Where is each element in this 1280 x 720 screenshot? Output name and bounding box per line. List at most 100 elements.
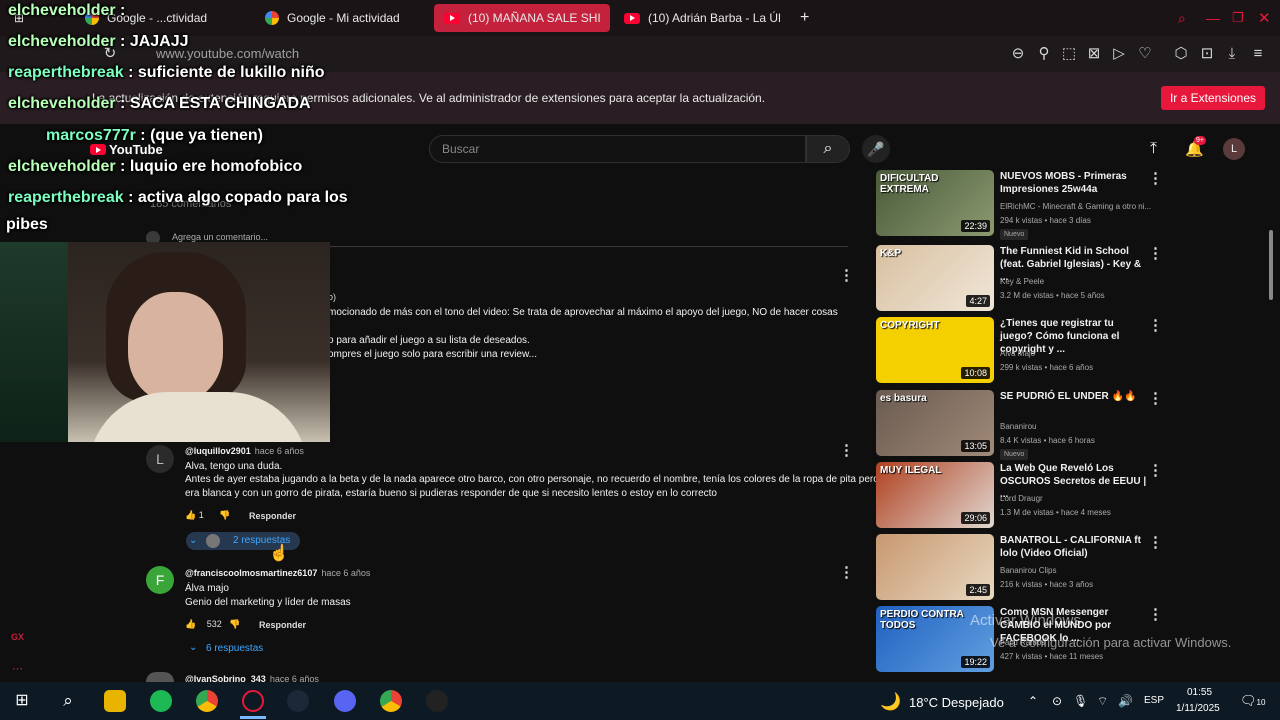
video-title[interactable]: SE PUDRIÓ EL UNDER 🔥🔥 [1000,390,1148,403]
video-thumbnail[interactable]: DIFICULTAD EXTREMA 22:39 [876,170,994,236]
scrollbar-thumb[interactable] [1269,230,1273,300]
start-button[interactable]: ⊞ [11,690,33,712]
comment-username: @luquillov2901 [185,446,251,456]
go-to-extensions-button[interactable]: Ir a Extensiones [1161,86,1265,110]
search-input[interactable]: Buscar [429,135,806,163]
opera-gx-icon[interactable] [242,690,264,712]
obs-icon[interactable] [426,690,448,712]
video-duration: 29:06 [961,512,990,524]
comment-avatar[interactable]: F [146,566,174,594]
video-channel[interactable]: Lord Draugr [1000,493,1043,504]
language-indicator[interactable]: ESP [1144,695,1164,706]
menu-icon[interactable]: ≡ [1248,44,1268,64]
activation-watermark-text: Ve a Configuración para activar Windows. [990,635,1232,650]
thumbnail-text: K&P [880,248,902,259]
video-channel[interactable]: ElRichMC - Minecraft & Gaming a otro ni.… [1000,201,1151,212]
tab-google-mi-actividad[interactable]: Google - Mi actividad [255,4,425,32]
discord-icon[interactable] [334,690,356,712]
wifi-icon[interactable]: ⌔ [1097,694,1108,709]
clock-date[interactable]: 1/11/2025 [1176,703,1220,714]
reply-button[interactable]: Responder [249,511,296,521]
extensions-icon[interactable]: ⬡ [1171,44,1191,64]
pinned-comment-line: mocionado de más con el tono del video: … [328,307,838,318]
chat-message: marcos777r : (que ya tienen) [46,127,263,145]
steam-icon[interactable] [287,690,309,712]
clock-time[interactable]: 01:55 [1187,687,1212,698]
chrome-icon[interactable] [196,690,218,712]
video-thumbnail[interactable]: COPYRIGHT 10:08 [876,317,994,383]
tab-label: (10) Adrián Barba - La Últ [648,11,780,25]
like-button[interactable]: 👍 1 [185,510,204,521]
video-menu-icon[interactable]: ⋮ [1148,607,1163,622]
play-icon[interactable]: ▷ [1109,44,1129,64]
upload-icon[interactable]: ⤒ [1150,140,1157,158]
video-title[interactable]: BANATROLL - CALIFORNIA ft lolo (Video Of… [1000,534,1148,560]
video-thumbnail[interactable]: MUY ILEGAL 29:06 [876,462,994,528]
video-title[interactable]: NUEVOS MOBS - Primeras Impresiones 25w44… [1000,170,1148,196]
video-menu-icon[interactable]: ⋮ [1148,246,1163,261]
weather-text[interactable]: 18°C Despejado [909,695,1004,710]
mic-tray-icon[interactable]: 🎙 [1073,694,1088,708]
reply-button[interactable]: Responder [259,620,306,630]
heart-icon[interactable]: ♡ [1135,44,1155,64]
chat-separator: : [115,95,130,112]
file-explorer-icon[interactable] [104,690,126,712]
camera-icon[interactable]: ⊙ [1052,694,1062,708]
comment-avatar[interactable] [146,672,174,682]
search-tabs-icon[interactable]: ⌕ [1168,4,1196,32]
zoom-out-icon[interactable]: ⊖ [1008,44,1028,64]
comment-menu-icon[interactable]: ⋮ [839,268,854,283]
add-comment-input[interactable]: Agrega un comentario... [172,232,268,242]
video-channel[interactable]: Bananirou Clips [1000,565,1056,576]
search-button[interactable]: ⌕ [806,135,850,163]
video-channel[interactable]: Bananirou [1000,421,1036,432]
video-menu-icon[interactable]: ⋮ [1148,318,1163,333]
mic-icon: 🎤 [867,141,885,157]
video-thumbnail[interactable]: K&P 4:27 [876,245,994,311]
comment-menu-icon[interactable]: ⋮ [839,565,854,580]
comment-line: Antes de ayer estaba jugando a la beta y… [185,474,879,485]
video-menu-icon[interactable]: ⋮ [1148,171,1163,186]
video-meta: 294 k vistas • hace 3 días [1000,216,1091,225]
more-icon[interactable]: ⋯ [12,662,23,675]
video-channel[interactable]: Alva Majo [1000,348,1035,359]
video-menu-icon[interactable]: ⋮ [1148,535,1163,550]
new-tab-button[interactable]: + [790,4,816,32]
replies-toggle[interactable]: 6 respuestas [206,643,263,654]
block-icon[interactable]: ⊠ [1084,44,1104,64]
chrome-icon[interactable] [380,690,402,712]
webcam-background-left [0,242,68,442]
wallet-icon[interactable]: ⊡ [1197,44,1217,64]
chevron-up-icon[interactable]: ⌃ [1028,694,1038,708]
pinned-comment-line: ompres el juego solo para escribir una r… [328,349,537,360]
comment-avatar[interactable]: L [146,445,174,473]
close-window-button[interactable]: ✕ [1248,4,1280,32]
voice-search-button[interactable]: 🎤 [862,135,890,163]
video-thumbnail[interactable]: 2:45 [876,534,994,600]
spotify-icon[interactable] [150,690,172,712]
video-thumbnail[interactable]: es basura 13:05 [876,390,994,456]
comment-author[interactable]: @franciscoolmosmartinez6107 hace 6 años [185,568,370,578]
tab-youtube-adrian[interactable]: (10) Adrián Barba - La Últ [614,4,790,32]
video-menu-icon[interactable]: ⋮ [1148,463,1163,478]
moon-weather-icon: 🌙 [880,692,902,711]
dislike-button[interactable]: 👎 [219,510,230,521]
comment-author[interactable]: @luquillov2901 hace 6 años [185,446,304,456]
notifications-button[interactable]: 🔔 9+ [1185,136,1206,158]
pin-icon[interactable]: ⚲ [1034,44,1054,64]
dislike-button[interactable]: 👎 [229,619,240,630]
notification-center-button[interactable]: 🗨10 [1240,693,1265,709]
like-count: 532 [206,619,222,629]
download-icon[interactable]: ⤓ [1222,44,1242,64]
tab-youtube-active[interactable]: (10) MAÑANA SALE SHIP [434,4,610,32]
search-taskbar-icon[interactable]: ⌕ [57,690,79,712]
like-button[interactable]: 👍 532 [185,619,222,630]
comment-menu-icon[interactable]: ⋮ [839,443,854,458]
account-avatar[interactable]: L [1223,138,1245,160]
video-channel[interactable]: Key & Peele [1000,276,1044,287]
volume-icon[interactable]: 🔊 [1118,694,1133,708]
chat-message: elcheveholder : JAJAJJ [8,33,189,51]
video-menu-icon[interactable]: ⋮ [1148,391,1163,406]
snapshot-icon[interactable]: ⬚ [1059,44,1079,64]
pinned-comment-line: o para añadir el juego a su lista de des… [328,335,530,346]
